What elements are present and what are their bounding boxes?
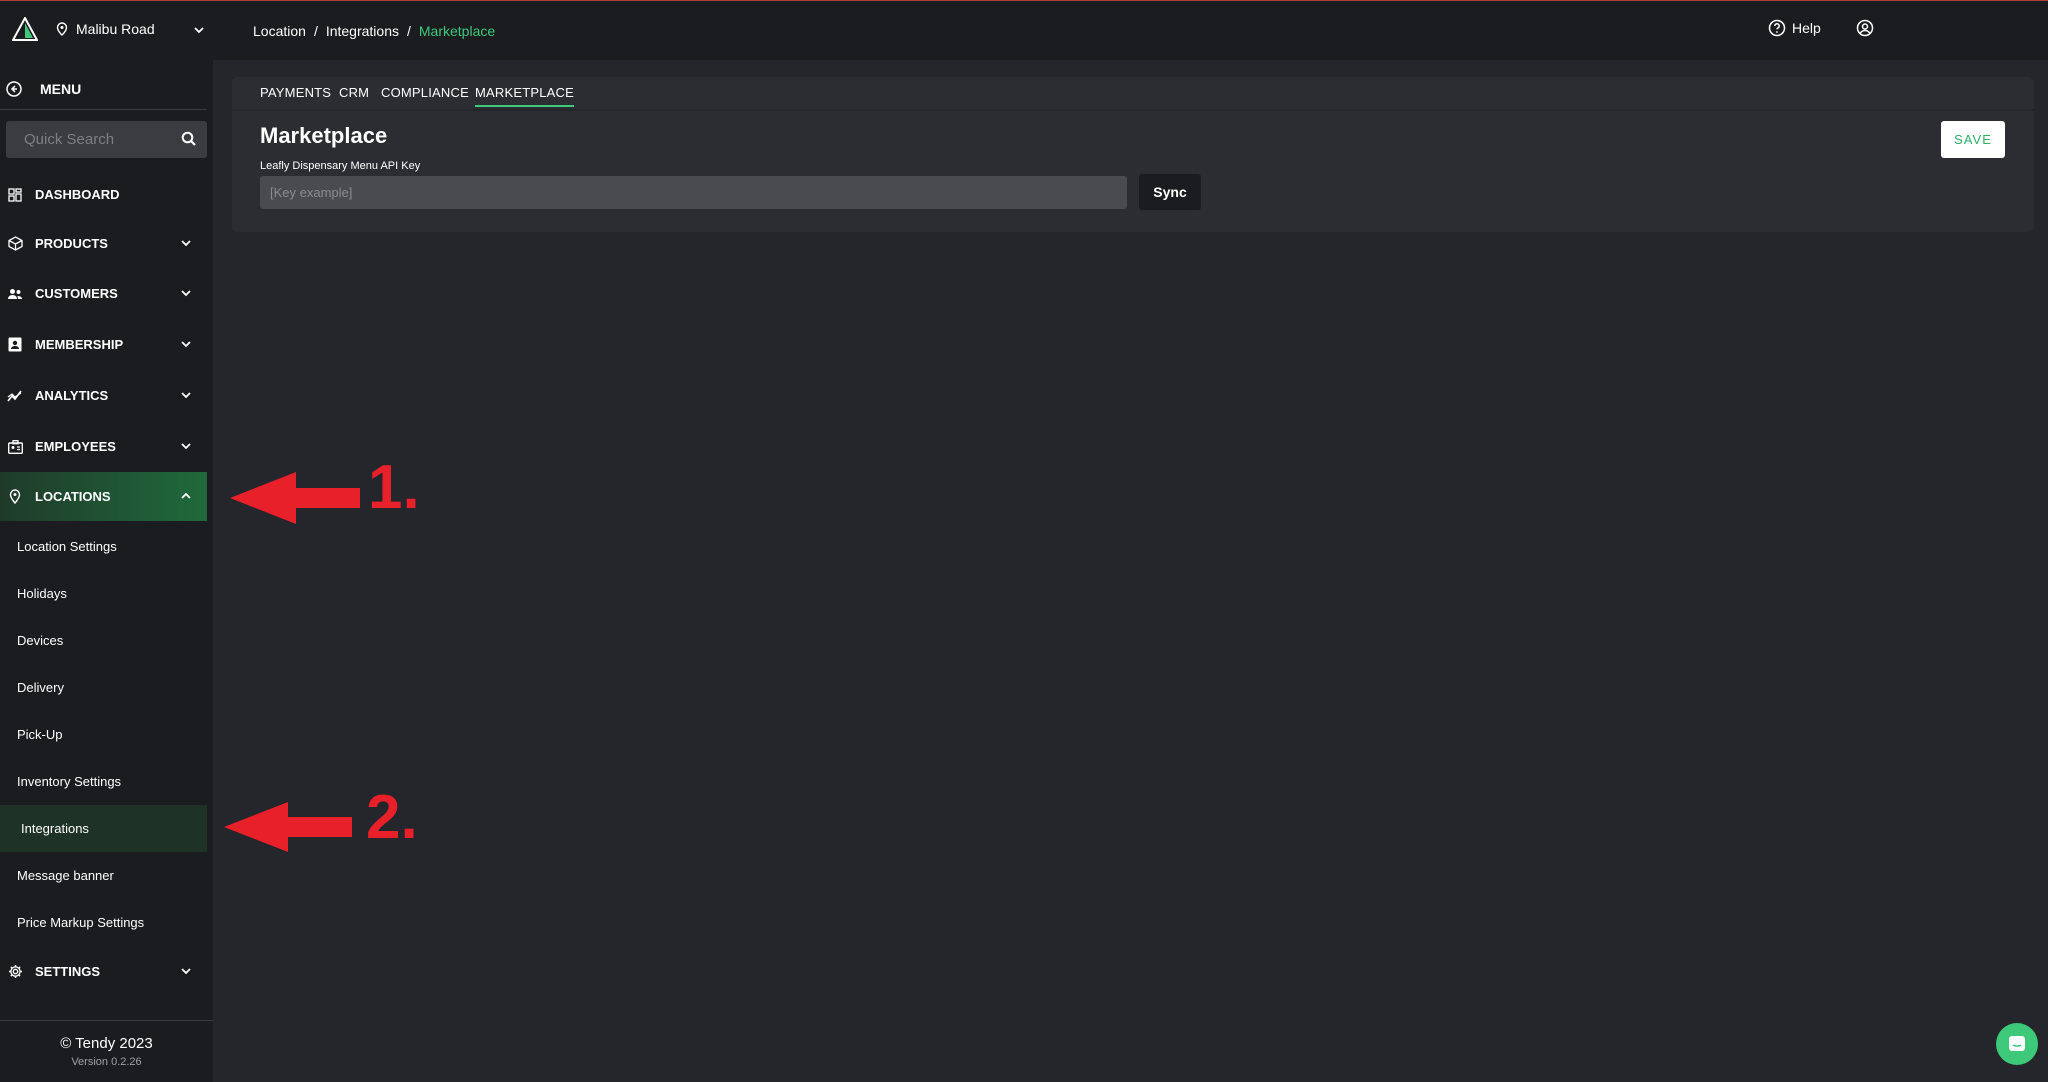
menu-label: MENU — [40, 80, 82, 97]
breadcrumb-integrations[interactable]: Integrations — [326, 23, 399, 39]
breadcrumb-separator: / — [313, 23, 318, 39]
sidebar-item-locations[interactable]: LOCATIONS — [0, 472, 207, 521]
api-key-label: Leafly Dispensary Menu API Key — [260, 160, 421, 172]
sidebar-item-employees[interactable]: EMPLOYEES — [0, 422, 207, 471]
chevron-down-icon — [181, 392, 191, 399]
badge-icon — [7, 439, 23, 455]
sidebar-subitem-inventory-settings[interactable]: Inventory Settings — [0, 758, 207, 805]
sidebar-item-label: CUSTOMERS — [35, 286, 118, 301]
api-key-input[interactable] — [260, 176, 1127, 209]
pin-icon — [56, 22, 68, 36]
gear-icon — [7, 964, 23, 980]
sidebar-subitem-delivery[interactable]: Delivery — [0, 664, 207, 711]
chat-icon — [2009, 1036, 2025, 1051]
sidebar-item-label: DASHBOARD — [35, 187, 120, 202]
sidebar-subitem-label: Delivery — [17, 680, 64, 695]
tab-marketplace[interactable]: MARKETPLACE — [475, 85, 575, 107]
sidebar-item-dashboard[interactable]: DASHBOARD — [0, 170, 207, 219]
sidebar-item-membership[interactable]: MEMBERSHIP — [0, 320, 207, 369]
chevron-down-icon — [181, 968, 191, 975]
sidebar-subitem-price-markup-settings[interactable]: Price Markup Settings — [0, 899, 207, 946]
sidebar: MENU DASHBOARD PRODUCTS CUSTOMERS — [0, 60, 213, 1082]
sidebar-footer: © Tendy 2023 Version 0.2.26 — [0, 1020, 213, 1082]
chevron-down-icon — [181, 240, 191, 247]
search-icon[interactable] — [181, 131, 197, 147]
version: Version 0.2.26 — [71, 1056, 142, 1068]
box-icon — [7, 236, 23, 252]
sidebar-item-label: EMPLOYEES — [35, 439, 116, 454]
sidebar-item-products[interactable]: PRODUCTS — [0, 219, 207, 268]
sidebar-subitem-label: Holidays — [17, 586, 67, 601]
top-bar: Malibu Road Location / Integrations / Ma… — [0, 0, 2048, 60]
marketplace-panel: Marketplace Leafly Dispensary Menu API K… — [232, 111, 2034, 232]
help-button[interactable]: Help — [1768, 19, 1821, 37]
tendy-logo[interactable] — [12, 17, 38, 41]
annotation-arrow-2 — [224, 802, 352, 852]
tab-compliance[interactable]: COMPLIANCE — [381, 85, 469, 100]
dashboard-icon — [7, 187, 23, 203]
account-icon[interactable] — [1856, 19, 1874, 37]
sidebar-subitem-devices[interactable]: Devices — [0, 617, 207, 664]
help-icon — [1768, 19, 1786, 37]
sidebar-subitem-label: Location Settings — [17, 539, 117, 554]
chart-icon — [7, 388, 23, 404]
breadcrumb: Location / Integrations / Marketplace — [253, 23, 495, 39]
sidebar-item-label: MEMBERSHIP — [35, 337, 124, 352]
annotation-number-2: 2. — [366, 783, 418, 852]
sidebar-item-analytics[interactable]: ANALYTICS — [0, 371, 207, 420]
sidebar-item-settings[interactable]: SETTINGS — [0, 947, 207, 996]
sync-button[interactable]: Sync — [1139, 174, 1201, 210]
id-card-icon — [7, 337, 23, 353]
sidebar-subitem-location-settings[interactable]: Location Settings — [0, 523, 207, 570]
integration-tabs: PAYMENTS CRM COMPLIANCE MARKETPLACE — [232, 77, 2034, 109]
page-title: Marketplace — [260, 123, 388, 148]
help-label: Help — [1792, 20, 1821, 36]
sidebar-item-label: ANALYTICS — [35, 388, 109, 403]
sidebar-item-customers[interactable]: CUSTOMERS — [0, 269, 207, 318]
location-name: Malibu Road — [76, 21, 155, 37]
breadcrumb-current: Marketplace — [418, 23, 496, 39]
location-selector[interactable]: Malibu Road — [56, 21, 204, 37]
pin-icon — [7, 489, 23, 505]
sidebar-subitem-label: Price Markup Settings — [17, 915, 145, 930]
tab-payments[interactable]: PAYMENTS — [260, 85, 331, 100]
sidebar-item-label: PRODUCTS — [35, 236, 108, 251]
chevron-down-icon — [194, 27, 204, 34]
sidebar-subitem-label: Message banner — [17, 868, 114, 883]
sidebar-subitem-label: Inventory Settings — [17, 774, 122, 789]
annotation-arrow-1 — [230, 472, 360, 524]
sidebar-subitem-label: Devices — [17, 633, 64, 648]
search-input[interactable] — [6, 121, 166, 158]
tab-crm[interactable]: CRM — [339, 85, 369, 100]
menu-toggle[interactable]: MENU — [0, 68, 207, 110]
chat-launcher[interactable] — [1996, 1023, 2038, 1065]
sidebar-subitem-pick-up[interactable]: Pick-Up — [0, 711, 207, 758]
save-button[interactable]: SAVE — [1941, 121, 2005, 158]
sidebar-subitem-message-banner[interactable]: Message banner — [0, 852, 207, 899]
sidebar-subitem-label: Integrations — [21, 821, 89, 836]
sidebar-subitem-holidays[interactable]: Holidays — [0, 570, 207, 617]
quick-search — [6, 121, 207, 158]
sidebar-item-label: SETTINGS — [35, 964, 101, 979]
copyright: © Tendy 2023 — [60, 1035, 153, 1052]
chevron-down-icon — [181, 290, 191, 297]
sidebar-item-label: LOCATIONS — [35, 489, 111, 504]
breadcrumb-separator: / — [407, 23, 411, 39]
people-icon — [7, 286, 23, 302]
chevron-up-icon — [181, 492, 191, 499]
sidebar-subitem-label: Pick-Up — [17, 727, 63, 742]
sidebar-subitem-integrations[interactable]: Integrations — [0, 805, 207, 852]
back-circle-icon — [6, 80, 22, 97]
chevron-down-icon — [181, 341, 191, 348]
chevron-down-icon — [181, 443, 191, 450]
annotation-number-1: 1. — [368, 453, 420, 522]
breadcrumb-location[interactable]: Location — [253, 23, 306, 39]
